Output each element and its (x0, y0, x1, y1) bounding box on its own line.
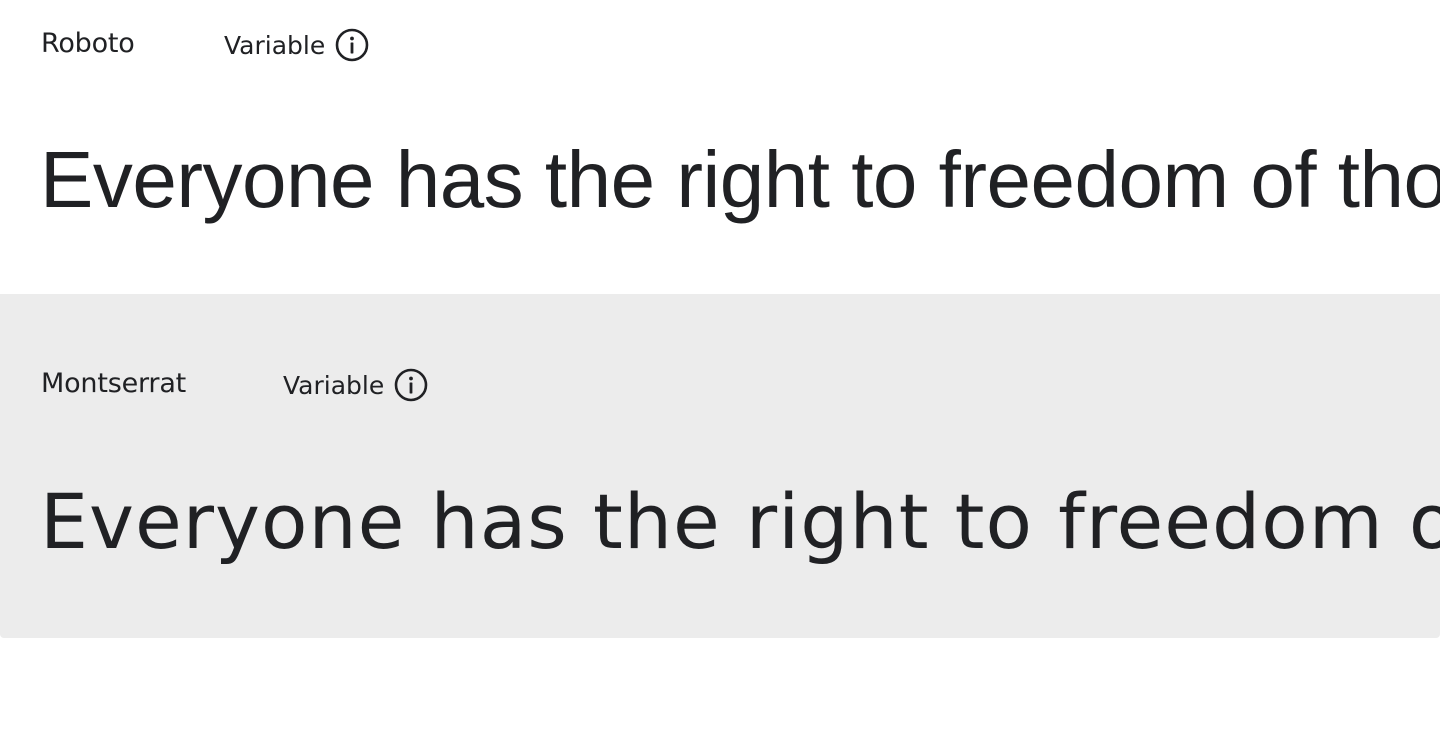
variable-label: Variable (283, 370, 385, 400)
font-card-header: Roboto Variable (41, 24, 369, 62)
variable-tag: Variable (283, 364, 428, 402)
font-family-name[interactable]: Roboto (41, 28, 224, 59)
info-circle-icon[interactable] (394, 368, 428, 402)
variable-label: Variable (224, 30, 326, 60)
info-circle-icon[interactable] (335, 28, 369, 62)
font-family-name[interactable]: Montserrat (41, 368, 283, 399)
variable-tag: Variable (224, 24, 369, 62)
font-card-header: Montserrat Variable (41, 364, 428, 402)
font-card-montserrat[interactable]: Montserrat Variable Everyone has the rig… (0, 294, 1440, 638)
font-card-roboto[interactable]: Roboto Variable Everyone has the right t… (0, 0, 1440, 294)
font-sample-text[interactable]: Everyone has the right to freedom of tho… (40, 484, 1440, 560)
font-sample-text[interactable]: Everyone has the right to freedom of tho… (40, 140, 1440, 220)
